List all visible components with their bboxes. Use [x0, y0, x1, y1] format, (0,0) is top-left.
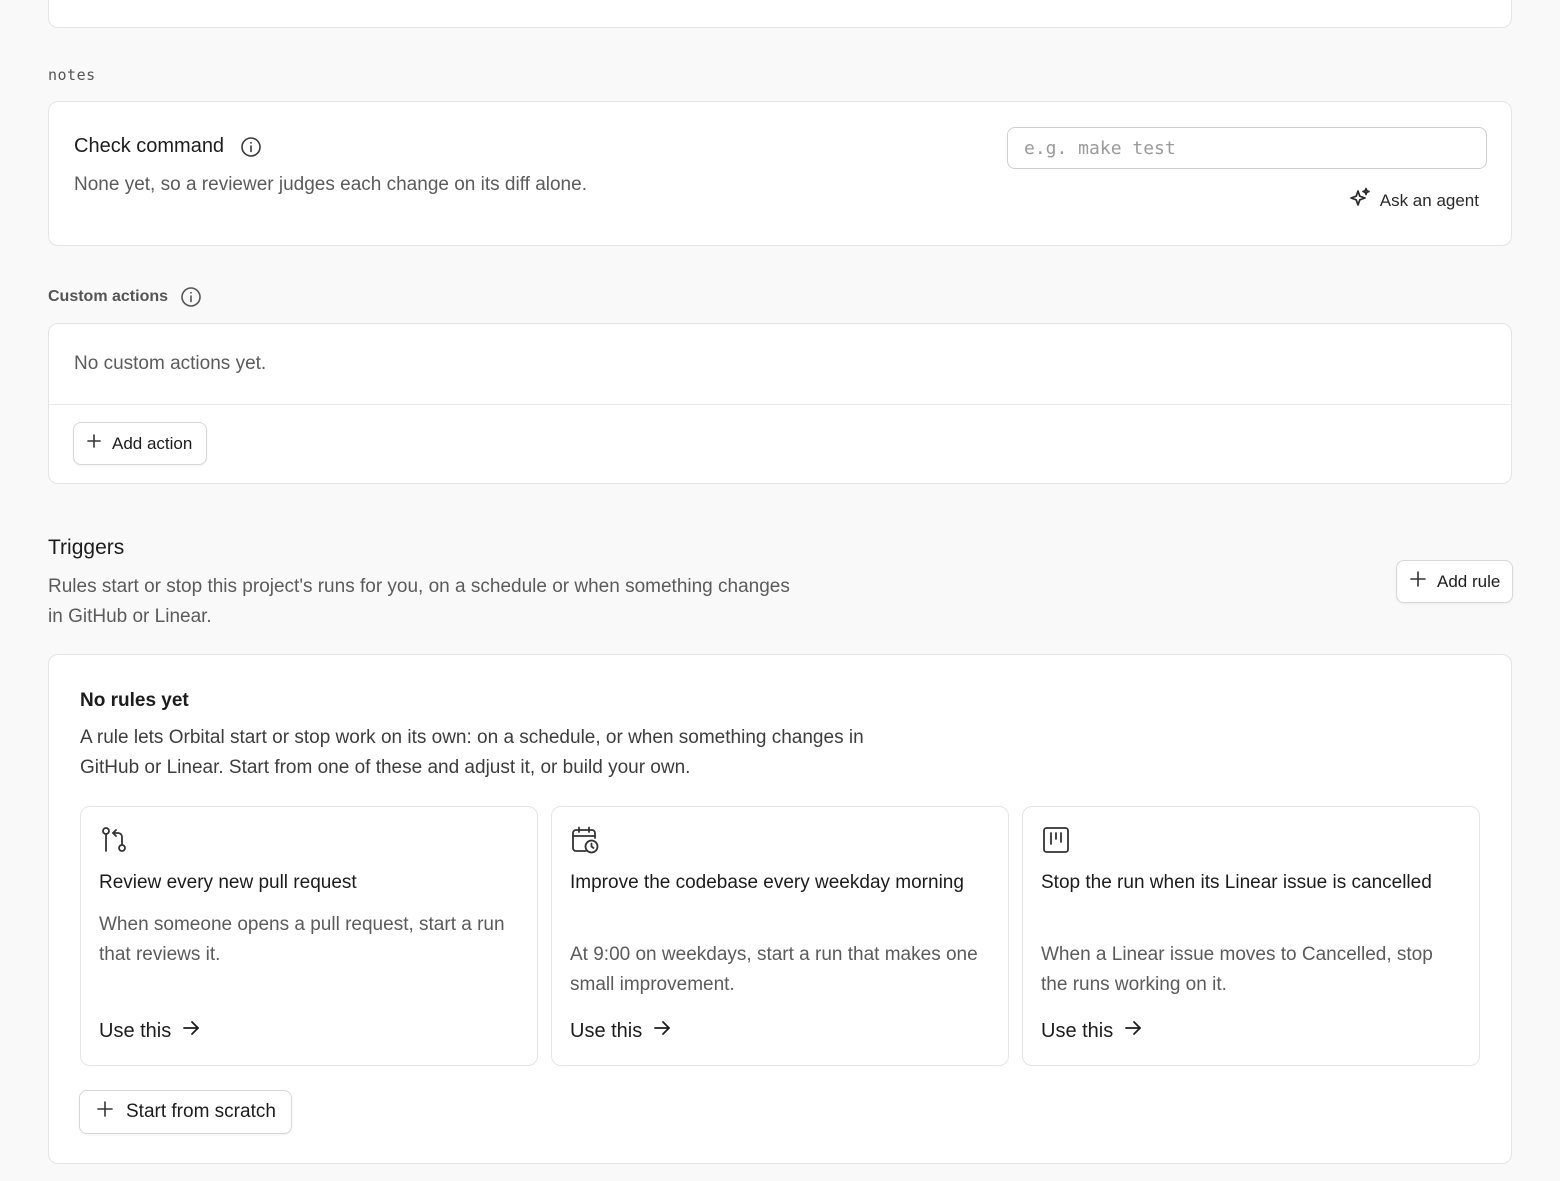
triggers-description: Rules start or stop this project's runs …: [48, 576, 790, 627]
notes-label: notes: [48, 66, 96, 84]
start-from-scratch-label: Start from scratch: [126, 1101, 276, 1122]
use-template-button[interactable]: Use this: [99, 1018, 201, 1044]
template-card[interactable]: Stop the run when its Linear issue is ca…: [1022, 806, 1480, 1066]
calendar-clock-icon: [570, 825, 600, 855]
use-this-label: Use this: [570, 1019, 643, 1042]
add-action-button[interactable]: Add action: [73, 422, 208, 465]
ask-agent-label: Ask an agent: [1379, 190, 1479, 210]
template-title: Improve the codebase every weekday morni…: [570, 872, 964, 893]
template-description: At 9:00 on weekdays, start a run that ma…: [570, 944, 978, 995]
template-title: Stop the run when its Linear issue is ca…: [1041, 872, 1432, 893]
ask-agent-button[interactable]: Ask an agent: [1348, 186, 1479, 215]
custom-actions-empty-text: No custom actions yet.: [74, 353, 267, 374]
check-command-card: Check command None yet, so a reviewer ju…: [48, 101, 1512, 246]
template-card[interactable]: Review every new pull request When someo…: [80, 806, 538, 1066]
plus-icon: [1409, 570, 1427, 593]
check-command-title: Check command: [74, 135, 225, 157]
kanban-icon: [1041, 825, 1071, 855]
git-pull-request-icon: [99, 825, 129, 855]
divider: [49, 404, 1511, 405]
rules-empty-title: No rules yet: [80, 690, 189, 711]
arrow-right-icon: [652, 1018, 672, 1044]
project-settings-page: notes Check command None yet, so a revie…: [0, 0, 1560, 1181]
template-description: When someone opens a pull request, start…: [99, 914, 505, 965]
template-description: When a Linear issue moves to Cancelled, …: [1041, 944, 1433, 995]
add-action-label: Add action: [112, 433, 193, 453]
arrow-right-icon: [181, 1018, 201, 1044]
check-command-input[interactable]: [1007, 127, 1487, 169]
rules-empty-description: A rule lets Orbital start or stop work o…: [80, 727, 864, 778]
triggers-title: Triggers: [48, 536, 125, 559]
custom-actions-label: Custom actions: [48, 288, 169, 305]
add-rule-button[interactable]: Add rule: [1396, 560, 1514, 603]
plus-icon: [96, 1100, 114, 1124]
info-icon[interactable]: [180, 286, 202, 308]
use-this-label: Use this: [1041, 1019, 1114, 1042]
use-template-button[interactable]: Use this: [1041, 1018, 1143, 1044]
info-icon[interactable]: [240, 136, 262, 158]
template-card[interactable]: Improve the codebase every weekday morni…: [551, 806, 1009, 1066]
use-template-button[interactable]: Use this: [570, 1018, 672, 1044]
add-rule-label: Add rule: [1437, 571, 1501, 591]
start-from-scratch-button[interactable]: Start from scratch: [79, 1090, 292, 1134]
arrow-right-icon: [1123, 1018, 1143, 1044]
check-command-heading: Check command: [74, 135, 262, 158]
rules-empty-card: No rules yet A rule lets Orbital start o…: [48, 654, 1512, 1164]
plus-icon: [86, 433, 102, 454]
check-command-description: None yet, so a reviewer judges each chan…: [74, 174, 587, 195]
custom-actions-heading: Custom actions: [48, 286, 202, 308]
sparkles-icon: [1348, 186, 1372, 215]
custom-actions-card: No custom actions yet. Add action: [48, 323, 1512, 484]
use-this-label: Use this: [99, 1019, 172, 1042]
previous-section-card: [48, 0, 1512, 28]
template-title: Review every new pull request: [99, 872, 357, 893]
